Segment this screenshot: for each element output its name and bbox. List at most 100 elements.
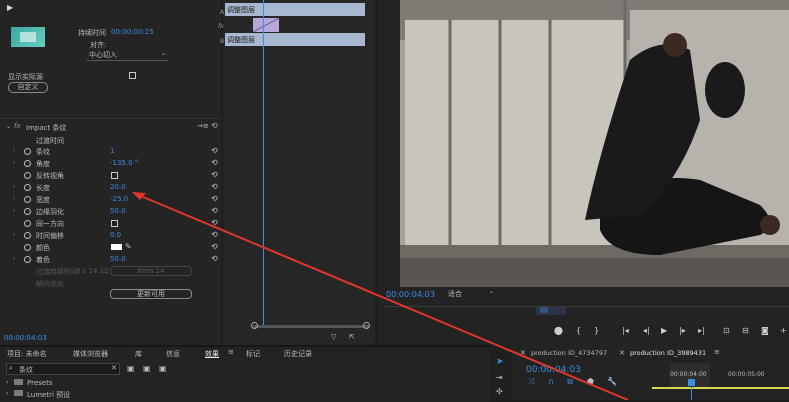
clear-search-icon[interactable]: ✕ [111,364,117,372]
align-dropdown[interactable]: 中心切入 ⌄ [86,50,168,61]
effects-list-item[interactable]: › Lumetri 预设 [6,390,206,400]
add-keyframe-icon[interactable]: →≡ [197,122,209,130]
sequence-timecode[interactable]: 00:00:04:03 [526,365,581,375]
reset-icon[interactable]: ⟲ [211,219,219,227]
effects-list-item[interactable]: › Presets [6,379,206,389]
reset-icon[interactable]: ⟲ [211,183,219,191]
clip-a[interactable]: 调整图层 [225,3,365,16]
tab-info[interactable]: 信息 [166,349,180,359]
scroll-handle-left[interactable] [251,322,258,329]
expand-icon[interactable]: › [13,184,19,190]
fx-icon[interactable]: fx [14,122,21,130]
ripple-edit-icon[interactable]: ✣ [496,387,503,396]
stopwatch-icon[interactable] [24,148,31,155]
play-icon[interactable]: ▶ [7,3,13,12]
reset-icon[interactable]: ⟲ [211,171,219,179]
stopwatch-icon[interactable] [24,160,31,167]
go-to-in-icon[interactable]: |◂ [622,326,629,335]
stopwatch-icon[interactable] [24,232,31,239]
playhead-line[interactable] [263,0,264,325]
program-timecode[interactable]: 00:00:04:03 [386,290,435,299]
playhead-marker[interactable] [688,379,695,386]
accelerated-effects-icon[interactable]: ▣ [127,364,135,373]
reset-icon[interactable]: ⟲ [211,147,219,155]
selection-tool-icon[interactable]: ➤ [496,357,504,367]
expand-icon[interactable]: › [13,256,19,262]
sequence-tab-2[interactable]: production ID_3989431 [630,349,706,357]
param-value[interactable]: -25.0 [110,195,128,203]
track-select-icon[interactable]: ⇥ [496,373,503,382]
expand-icon[interactable]: › [13,208,19,214]
32bit-effects-icon[interactable]: ▣ [143,364,151,373]
expand-icon[interactable]: › [13,196,19,202]
tab-markers[interactable]: 标记 [246,349,260,359]
play-icon[interactable]: ▶ [661,326,667,335]
step-back-icon[interactable]: ◂| [643,326,650,335]
sequence-tab-1[interactable]: production ID_4734797 [531,349,607,357]
wrench-icon[interactable]: 🔧 [607,377,617,386]
tab-library[interactable]: 库 [135,349,142,359]
color-swatch[interactable] [111,244,122,250]
param-value[interactable]: 50.0 [110,255,126,263]
export-icon[interactable]: ⇱ [349,333,355,341]
fit-dropdown[interactable]: 适合 ⌄ [448,288,494,299]
out-point-icon[interactable]: } [594,326,599,335]
stopwatch-icon[interactable] [24,172,31,179]
same-direction-checkbox[interactable] [111,220,118,227]
scroll-handle-right[interactable] [363,322,370,329]
add-marker-icon[interactable]: ⬟ [587,377,594,386]
stopwatch-icon[interactable] [24,256,31,263]
lift-icon[interactable]: ⊡ [723,326,730,335]
stopwatch-icon[interactable] [24,184,31,191]
expand-icon[interactable]: › [13,148,19,154]
reset-icon[interactable]: ⟲ [211,195,219,203]
in-point-icon[interactable]: { [576,326,581,335]
current-timecode[interactable]: 00:00:04:03 [4,334,47,342]
param-value[interactable]: 50.0 [110,207,126,215]
menu-icon[interactable]: ≡ [714,348,720,356]
custom-button[interactable]: 自定义 [8,82,48,93]
expand-icon[interactable]: › [13,232,19,238]
param-value[interactable]: 20.0 [110,183,126,191]
reset-icon[interactable]: ⟲ [211,255,219,263]
tab-effects[interactable]: 效果 [205,349,219,359]
close-icon[interactable]: ✕ [619,349,625,357]
eyedropper-icon[interactable]: ✎ [125,242,132,251]
reverse-checkbox[interactable] [111,172,118,179]
update-button[interactable]: 更新可用 [110,289,192,299]
extract-icon[interactable]: ⊟ [742,326,749,335]
snap-icon[interactable]: ∩ [548,377,554,386]
tab-project[interactable]: 项目: 未命名 [7,349,47,359]
camera-icon[interactable]: ◙ [761,326,769,335]
reset-icon[interactable]: ⟲ [211,207,219,215]
go-to-out-icon[interactable]: ▸| [698,326,705,335]
reset-icon[interactable]: ⟲ [211,231,219,239]
close-icon[interactable]: ✕ [520,349,526,357]
reset-icon[interactable]: ⟲ [211,121,218,130]
param-value[interactable]: 0.0 [110,231,121,239]
video-frame[interactable] [400,0,789,287]
stopwatch-icon[interactable] [24,208,31,215]
reset-icon[interactable]: ⟲ [211,243,219,251]
zoom-scrollbar[interactable] [253,325,369,328]
transition-clip[interactable] [253,18,279,32]
duration-value[interactable]: 00:00:00:25 [111,28,154,36]
stopwatch-icon[interactable] [24,220,31,227]
yuv-effects-icon[interactable]: ▣ [159,364,167,373]
tab-history[interactable]: 历史记录 [284,349,312,359]
nest-icon[interactable]: ⤨ [528,377,534,387]
tab-media-browser[interactable]: 媒体浏览器 [73,349,108,359]
monitor-scrub-bar[interactable] [384,306,789,317]
clip-b[interactable]: 调整图层 [225,33,365,46]
playhead-line[interactable] [691,387,692,400]
param-value[interactable]: -135.0 ° [110,159,138,167]
show-real-source-checkbox[interactable] [129,72,136,79]
param-value[interactable]: 1 [110,147,114,155]
stopwatch-icon[interactable] [24,244,31,251]
linked-selection-icon[interactable]: ⧉ [567,377,573,387]
marker-icon[interactable]: ⬤ [554,326,563,335]
menu-icon[interactable]: ≡ [228,348,234,356]
filter-icon[interactable]: ▽ [331,333,336,341]
effects-search-input[interactable]: ⌕ 条纹 ✕ [6,363,120,375]
settings-icon[interactable]: + [780,326,787,335]
